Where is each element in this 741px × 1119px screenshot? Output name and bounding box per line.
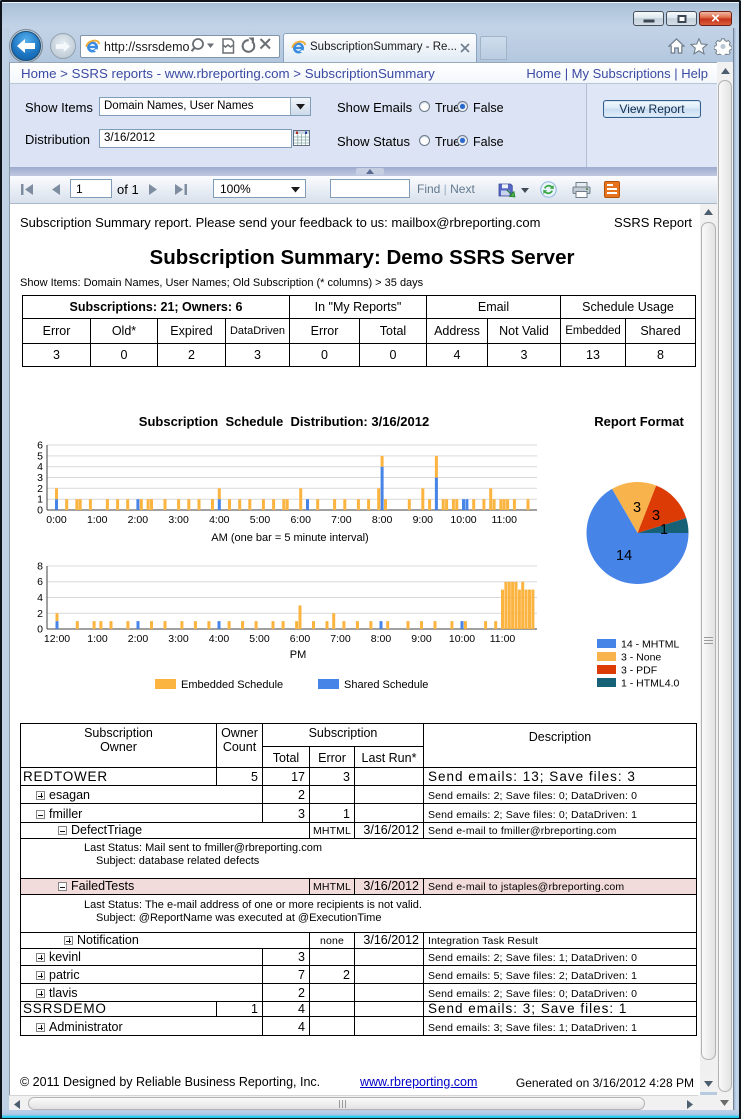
svg-text:3: 3 — [37, 472, 43, 484]
svg-text:8:00: 8:00 — [372, 514, 393, 526]
svg-text:10:00: 10:00 — [450, 514, 476, 526]
svg-text:1: 1 — [660, 522, 668, 538]
svg-text:0: 0 — [37, 505, 43, 517]
svg-text:0:00: 0:00 — [46, 514, 67, 526]
svg-text:2:00: 2:00 — [128, 633, 149, 645]
svg-text:3:00: 3:00 — [168, 514, 189, 526]
svg-text:3: 3 — [652, 508, 660, 524]
svg-text:14 - MHTML: 14 - MHTML — [621, 639, 680, 651]
svg-text:2: 2 — [37, 483, 43, 495]
svg-text:PM: PM — [290, 649, 307, 661]
svg-text:4:00: 4:00 — [209, 633, 230, 645]
svg-text:7:00: 7:00 — [331, 514, 352, 526]
svg-text:8:00: 8:00 — [371, 633, 392, 645]
svg-text:3 - PDF: 3 - PDF — [621, 665, 657, 677]
svg-text:6: 6 — [37, 440, 43, 452]
svg-text:2:00: 2:00 — [128, 514, 149, 526]
svg-text:1:00: 1:00 — [87, 633, 108, 645]
svg-text:1 - HTML4.0: 1 - HTML4.0 — [621, 678, 680, 690]
svg-text:5:00: 5:00 — [250, 514, 271, 526]
svg-text:Shared Schedule: Shared Schedule — [344, 679, 428, 691]
svg-text:5:00: 5:00 — [249, 633, 270, 645]
svg-text:3: 3 — [633, 500, 641, 516]
svg-text:5: 5 — [37, 450, 43, 462]
svg-text:11:00: 11:00 — [491, 514, 517, 526]
svg-text:4: 4 — [37, 461, 43, 473]
svg-text:4: 4 — [37, 592, 43, 604]
svg-text:3:00: 3:00 — [168, 633, 189, 645]
svg-text:4:00: 4:00 — [209, 514, 230, 526]
svg-text:9:00: 9:00 — [413, 514, 434, 526]
svg-text:9:00: 9:00 — [411, 633, 432, 645]
svg-text:12:00: 12:00 — [44, 633, 70, 645]
svg-text:3 - None: 3 - None — [621, 652, 661, 664]
svg-text:7:00: 7:00 — [330, 633, 351, 645]
svg-text:6:00: 6:00 — [290, 514, 311, 526]
svg-text:1: 1 — [37, 494, 43, 506]
svg-text:11:00: 11:00 — [490, 633, 516, 645]
svg-text:6: 6 — [37, 576, 43, 588]
svg-text:Embedded Schedule: Embedded Schedule — [181, 679, 283, 691]
svg-text:AM (one bar = 5 minute interva: AM (one bar = 5 minute interval) — [211, 532, 368, 544]
svg-text:14: 14 — [616, 548, 632, 564]
svg-text:0: 0 — [37, 624, 43, 636]
svg-text:1:00: 1:00 — [87, 514, 108, 526]
svg-text:2: 2 — [37, 608, 43, 620]
svg-text:10:00: 10:00 — [449, 633, 475, 645]
svg-text:8: 8 — [37, 561, 43, 573]
svg-text:6:00: 6:00 — [290, 633, 311, 645]
